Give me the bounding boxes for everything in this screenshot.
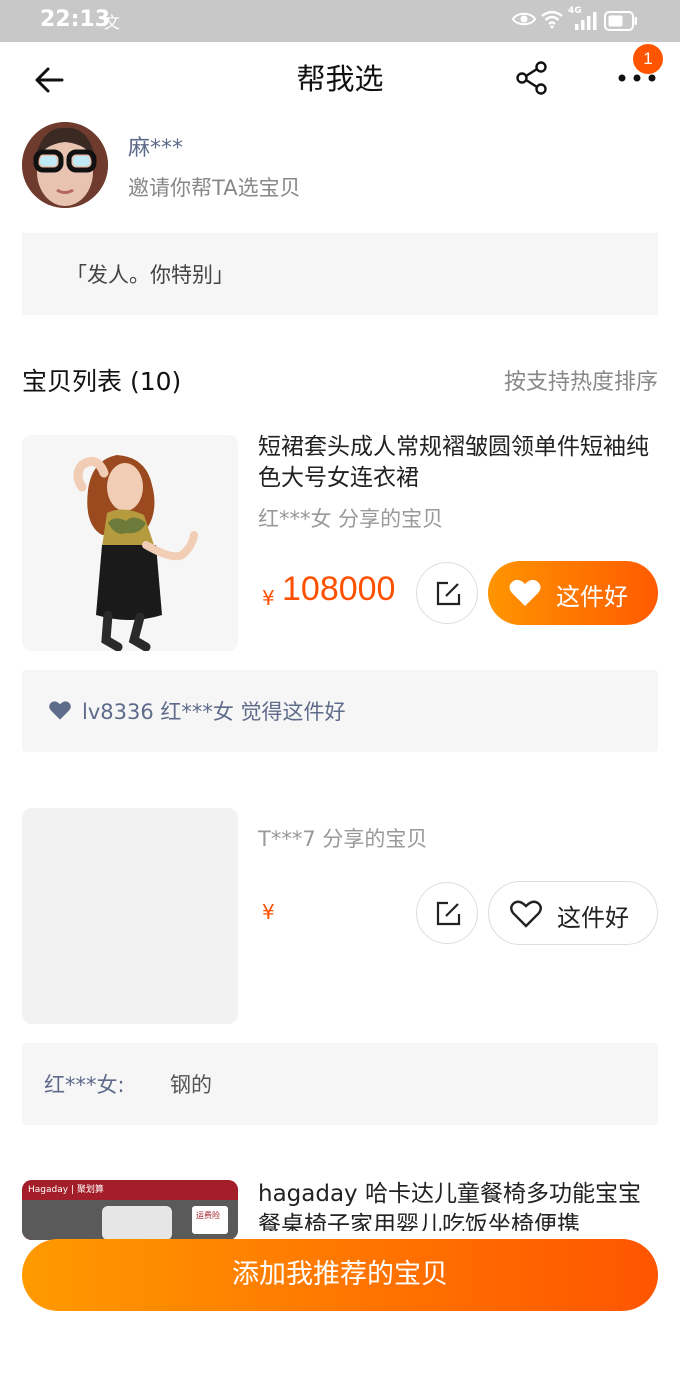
- vote-text: lv8336 红***女 觉得这件好: [82, 700, 346, 724]
- this-is-good-button[interactable]: 这件好: [488, 881, 658, 945]
- product-title[interactable]: hagaday 哈卡达儿童餐椅多功能宝宝餐桌椅子家用婴儿吃饭坐椅便携: [258, 1179, 658, 1231]
- edit-button[interactable]: [416, 882, 478, 944]
- price-currency: ¥: [262, 900, 275, 924]
- avatar[interactable]: [22, 122, 108, 208]
- share-button[interactable]: [514, 60, 550, 96]
- notification-badge: 1: [633, 44, 663, 74]
- product-image-placeholder[interactable]: [22, 808, 238, 1024]
- product-sharer: T***7 分享的宝贝: [258, 827, 428, 851]
- quote-text: 「发人。你特别」: [66, 263, 234, 287]
- signal-icon: [574, 11, 598, 35]
- insurance-tag: 运费险: [196, 1211, 220, 1220]
- user-name: 麻***: [128, 136, 184, 161]
- product-price: 108000: [282, 570, 396, 608]
- this-is-good-button[interactable]: 这件好: [488, 561, 658, 625]
- wifi-icon: [540, 9, 564, 33]
- page-title: 帮我选: [296, 62, 384, 96]
- edit-button[interactable]: [416, 562, 478, 624]
- brand-banner-text: Hagaday | 聚划算: [28, 1185, 104, 1195]
- edit-icon: [436, 581, 461, 606]
- product-sharer: 红***女 分享的宝贝: [258, 507, 444, 531]
- sort-by-popularity[interactable]: 按支持热度排序: [504, 364, 658, 396]
- vote-comment: lv8336 红***女 觉得这件好: [22, 670, 658, 752]
- product-title[interactable]: 短裙套头成人常规褶皱圆领单件短袖纯色大号女连衣裙: [258, 432, 658, 494]
- product-image[interactable]: [22, 435, 238, 651]
- price-currency: ¥: [262, 586, 275, 610]
- status-time: 22:13: [40, 7, 111, 32]
- edit-icon: [436, 901, 461, 926]
- quote-box: 「发人。你特别」: [22, 233, 658, 315]
- good-button-label: 这件好: [557, 904, 629, 932]
- list-title: 宝贝列表 (10): [22, 367, 182, 396]
- nav-bar: 帮我选: [0, 42, 680, 114]
- heart-icon: [509, 579, 541, 606]
- comment-text: 钢的: [170, 1073, 212, 1097]
- invite-text: 邀请你帮TA选宝贝: [128, 176, 301, 200]
- battery-icon: [604, 11, 638, 35]
- heart-outline-icon: [510, 900, 542, 928]
- eye-icon: [511, 10, 537, 32]
- share-icon: [516, 61, 547, 95]
- add-recommendation-button[interactable]: 添加我推荐的宝贝: [22, 1239, 658, 1311]
- product-image[interactable]: Hagaday | 聚划算 运费险: [22, 1180, 238, 1240]
- user-comment: 红***女: 钢的: [22, 1043, 658, 1125]
- language-icon: 文: [104, 13, 121, 32]
- good-button-label: 这件好: [556, 583, 628, 611]
- heart-icon: [49, 701, 71, 720]
- status-bar: 22:13 文 4G: [0, 0, 680, 42]
- comment-author: 红***女:: [44, 1073, 125, 1097]
